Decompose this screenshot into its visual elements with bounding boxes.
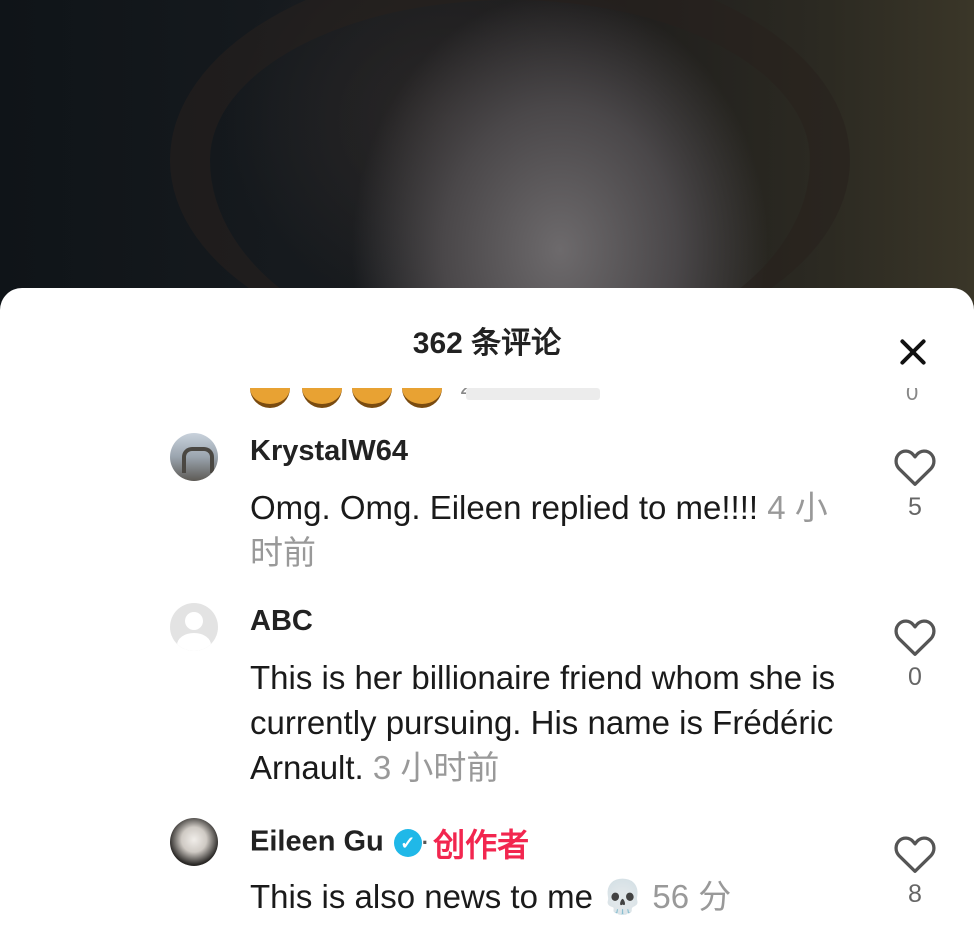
comment-body: This is her billionaire friend whom she …: [250, 659, 836, 786]
like-button[interactable]: 0: [890, 617, 940, 692]
separator-dot: ·: [421, 830, 430, 855]
like-count: 0: [908, 663, 922, 691]
comment-text: This is also news to me 💀 56 分: [250, 874, 850, 919]
partial-comment-row: 2 0: [250, 388, 950, 408]
hair-shape: [170, 0, 850, 320]
comment-username[interactable]: ABC: [250, 605, 313, 638]
creator-badge: 创作者: [433, 827, 530, 863]
comment-time: 3 小时前: [372, 749, 500, 786]
comment-text: This is her billionaire friend whom she …: [250, 655, 850, 790]
like-button[interactable]: 5: [890, 447, 940, 522]
video-background[interactable]: [0, 0, 974, 320]
comment-body: This is also news to me: [250, 878, 593, 915]
emoji-icon: [352, 388, 392, 408]
verified-badge-icon: ✓: [393, 829, 422, 857]
avatar[interactable]: [170, 603, 218, 651]
blurred-text: [466, 388, 600, 400]
emoji-icon: [402, 388, 442, 408]
like-button[interactable]: 8: [890, 834, 940, 909]
heart-outline-icon: [894, 619, 936, 656]
comment-username-row: Eileen Gu ✓ · 创作者: [250, 820, 529, 866]
comments-sheet: 362 条评论 2 0 KrystalW64 Omg. Omg. Eileen …: [0, 288, 974, 925]
comments-title: 362 条评论: [412, 327, 562, 360]
like-count: 5: [908, 493, 922, 521]
heart-outline-icon: [894, 836, 936, 873]
like-count: 8: [908, 880, 922, 908]
comment-body: Omg. Omg. Eileen replied to me!!!!: [250, 489, 759, 526]
avatar[interactable]: [170, 818, 218, 866]
comment-username[interactable]: KrystalW64: [250, 435, 408, 468]
emoji-icon: [302, 388, 342, 408]
partial-like-count: 0: [906, 388, 919, 405]
comment-time: 56 分: [652, 878, 732, 915]
heart-outline-icon: [894, 449, 936, 486]
comment-username[interactable]: Eileen Gu: [250, 826, 384, 858]
comment-text: Omg. Omg. Eileen replied to me!!!! 4 小时前: [250, 485, 850, 575]
skull-emoji-icon: 💀: [602, 878, 644, 915]
emoji-icon: [250, 388, 290, 408]
avatar[interactable]: [170, 433, 218, 481]
close-icon[interactable]: [892, 332, 934, 374]
